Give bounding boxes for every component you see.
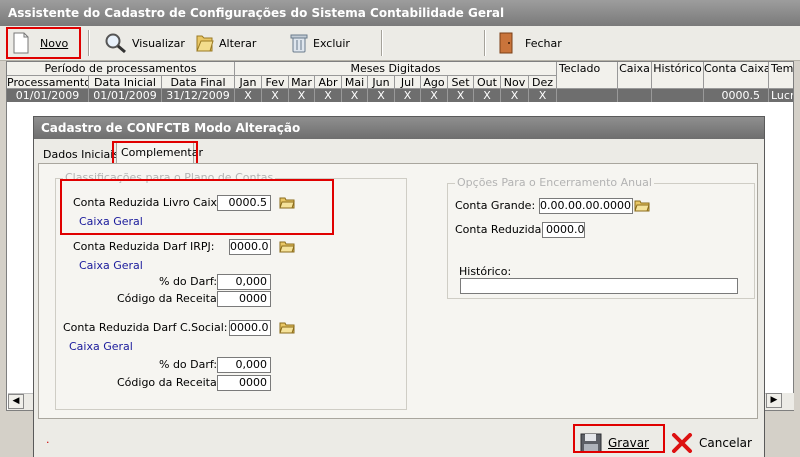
door-icon <box>499 32 513 54</box>
cancelar-label: Cancelar <box>699 436 752 450</box>
darf-irpj-desc: Caixa Geral <box>79 259 143 272</box>
cancelar-button[interactable]: Cancelar <box>671 430 752 456</box>
header-data-inicial[interactable]: Data Inicial <box>89 76 162 89</box>
header-historico[interactable]: Histórico <box>652 62 704 89</box>
alterar-label: Alterar <box>219 36 257 50</box>
cell-tem[interactable]: Lucr <box>769 89 793 102</box>
header-month[interactable]: Jun <box>368 76 395 89</box>
cell-data-inicial[interactable]: 01/01/2009 <box>89 89 162 102</box>
cell-historico[interactable] <box>652 89 704 102</box>
codigo-receita-field[interactable]: 0000 <box>217 375 271 391</box>
darf-csocial-desc: Caixa Geral <box>69 340 133 353</box>
cell-month-mark[interactable]: X <box>289 89 315 102</box>
header-group-meses: Meses Digitados <box>235 62 557 76</box>
toolbar: Novo Visualizar Alterar Excluir Fechar <box>0 26 800 61</box>
header-teclado[interactable]: Teclado <box>557 62 618 89</box>
pct-darf-label: % do Darf: <box>159 275 218 288</box>
codigo-receita-label: Código da Receita: <box>117 376 221 389</box>
pct-darf-field[interactable]: 0,000 <box>217 274 271 290</box>
cadastro-dialog: Cadastro de CONFCTB Modo Alteração Dados… <box>33 116 765 457</box>
highlight-novo <box>6 27 81 59</box>
cell-month-mark[interactable]: X <box>342 89 368 102</box>
header-month[interactable]: Out <box>474 76 501 89</box>
cell-month-mark[interactable]: X <box>421 89 448 102</box>
cell-month-mark[interactable]: X <box>235 89 262 102</box>
pct-darf-field[interactable]: 0,000 <box>217 357 271 373</box>
historico-field[interactable] <box>460 278 738 294</box>
cell-teclado[interactable] <box>557 89 618 102</box>
encerramento-legend: Opções Para o Encerramento Anual <box>455 176 654 189</box>
header-data-final[interactable]: Data Final <box>162 76 235 89</box>
header-month[interactable]: Ago <box>421 76 448 89</box>
conta-grande-label: Conta Grande: <box>455 199 536 212</box>
excluir-button[interactable]: Excluir <box>289 31 350 55</box>
cell-month-mark[interactable]: X <box>315 89 342 102</box>
header-month[interactable]: Nov <box>501 76 529 89</box>
darf-irpj-field[interactable]: 0000.0 <box>229 239 271 255</box>
highlight-gravar <box>573 424 665 453</box>
toolbar-separator <box>381 30 383 56</box>
cell-month-mark[interactable]: X <box>474 89 501 102</box>
header-processamento[interactable]: Processamento <box>7 76 89 89</box>
header-month[interactable]: Fev <box>262 76 289 89</box>
conta-reduzida-field[interactable]: 0000.0 <box>542 222 585 238</box>
visualizar-button[interactable]: Visualizar <box>104 31 185 55</box>
header-month[interactable]: Jan <box>235 76 262 89</box>
open-folder-icon <box>196 35 214 52</box>
folder-lookup-icon[interactable] <box>279 322 295 334</box>
cell-month-mark[interactable]: X <box>448 89 474 102</box>
darf-csocial-label: Conta Reduzida Darf C.Social: <box>63 321 228 334</box>
fechar-button[interactable]: Fechar <box>497 31 562 55</box>
header-month[interactable]: Mar <box>289 76 315 89</box>
trash-icon <box>290 34 308 53</box>
cell-month-mark[interactable]: X <box>395 89 421 102</box>
header-month[interactable]: Abr <box>315 76 342 89</box>
status-mark: . <box>46 433 50 446</box>
header-conta-caixa[interactable]: Conta Caixa <box>704 62 769 89</box>
magnifier-icon <box>105 33 126 54</box>
cell-month-mark[interactable]: X <box>529 89 557 102</box>
scroll-right-icon[interactable]: ▶ <box>766 393 782 408</box>
excluir-label: Excluir <box>313 36 350 50</box>
codigo-receita-field[interactable]: 0000 <box>217 291 271 307</box>
tab-dados-iniciais[interactable]: Dados Iniciais <box>43 145 119 165</box>
fechar-label: Fechar <box>525 36 562 50</box>
folder-lookup-icon[interactable] <box>279 241 295 253</box>
cell-caixa[interactable] <box>618 89 652 102</box>
toolbar-separator <box>88 30 90 56</box>
conta-grande-field[interactable]: 0.00.00.00.0000 <box>539 198 633 214</box>
darf-csocial-field[interactable]: 0000.0 <box>229 320 271 336</box>
cell-month-mark[interactable]: X <box>262 89 289 102</box>
toolbar-separator <box>484 30 486 56</box>
cancel-x-icon <box>672 433 692 453</box>
header-month[interactable]: Jul <box>395 76 421 89</box>
window-title: Assistente do Cadastro de Configurações … <box>8 6 505 20</box>
dialog-title: Cadastro de CONFCTB Modo Alteração <box>34 117 764 139</box>
conta-reduzida-label: Conta Reduzida: <box>455 223 546 236</box>
window-titlebar: Assistente do Cadastro de Configurações … <box>0 0 800 26</box>
darf-irpj-label: Conta Reduzida Darf IRPJ: <box>73 240 215 253</box>
visualizar-label: Visualizar <box>132 36 185 50</box>
cell-conta-caixa[interactable]: 0000.5 <box>704 89 769 102</box>
highlight-livro-caixa <box>60 179 334 235</box>
historico-label: Histórico: <box>459 265 512 278</box>
cell-processamento[interactable]: 01/01/2009 <box>7 89 89 102</box>
codigo-receita-label: Código da Receita: <box>117 292 221 305</box>
header-group-periodo: Período de processamentos <box>7 62 235 76</box>
folder-lookup-icon[interactable] <box>634 200 650 212</box>
header-month[interactable]: Mai <box>342 76 368 89</box>
cell-data-final[interactable]: 31/12/2009 <box>162 89 235 102</box>
scroll-left-icon[interactable]: ◀ <box>8 394 24 409</box>
alterar-button[interactable]: Alterar <box>195 31 256 55</box>
pct-darf-label: % do Darf: <box>159 358 218 371</box>
header-month[interactable]: Dez <box>529 76 557 89</box>
scroll-corner: ▶ <box>766 393 794 409</box>
cell-month-mark[interactable]: X <box>368 89 395 102</box>
header-caixa[interactable]: Caixa <box>618 62 652 89</box>
header-tem[interactable]: Tem <box>769 62 793 89</box>
header-month[interactable]: Set <box>448 76 474 89</box>
cell-month-mark[interactable]: X <box>501 89 529 102</box>
